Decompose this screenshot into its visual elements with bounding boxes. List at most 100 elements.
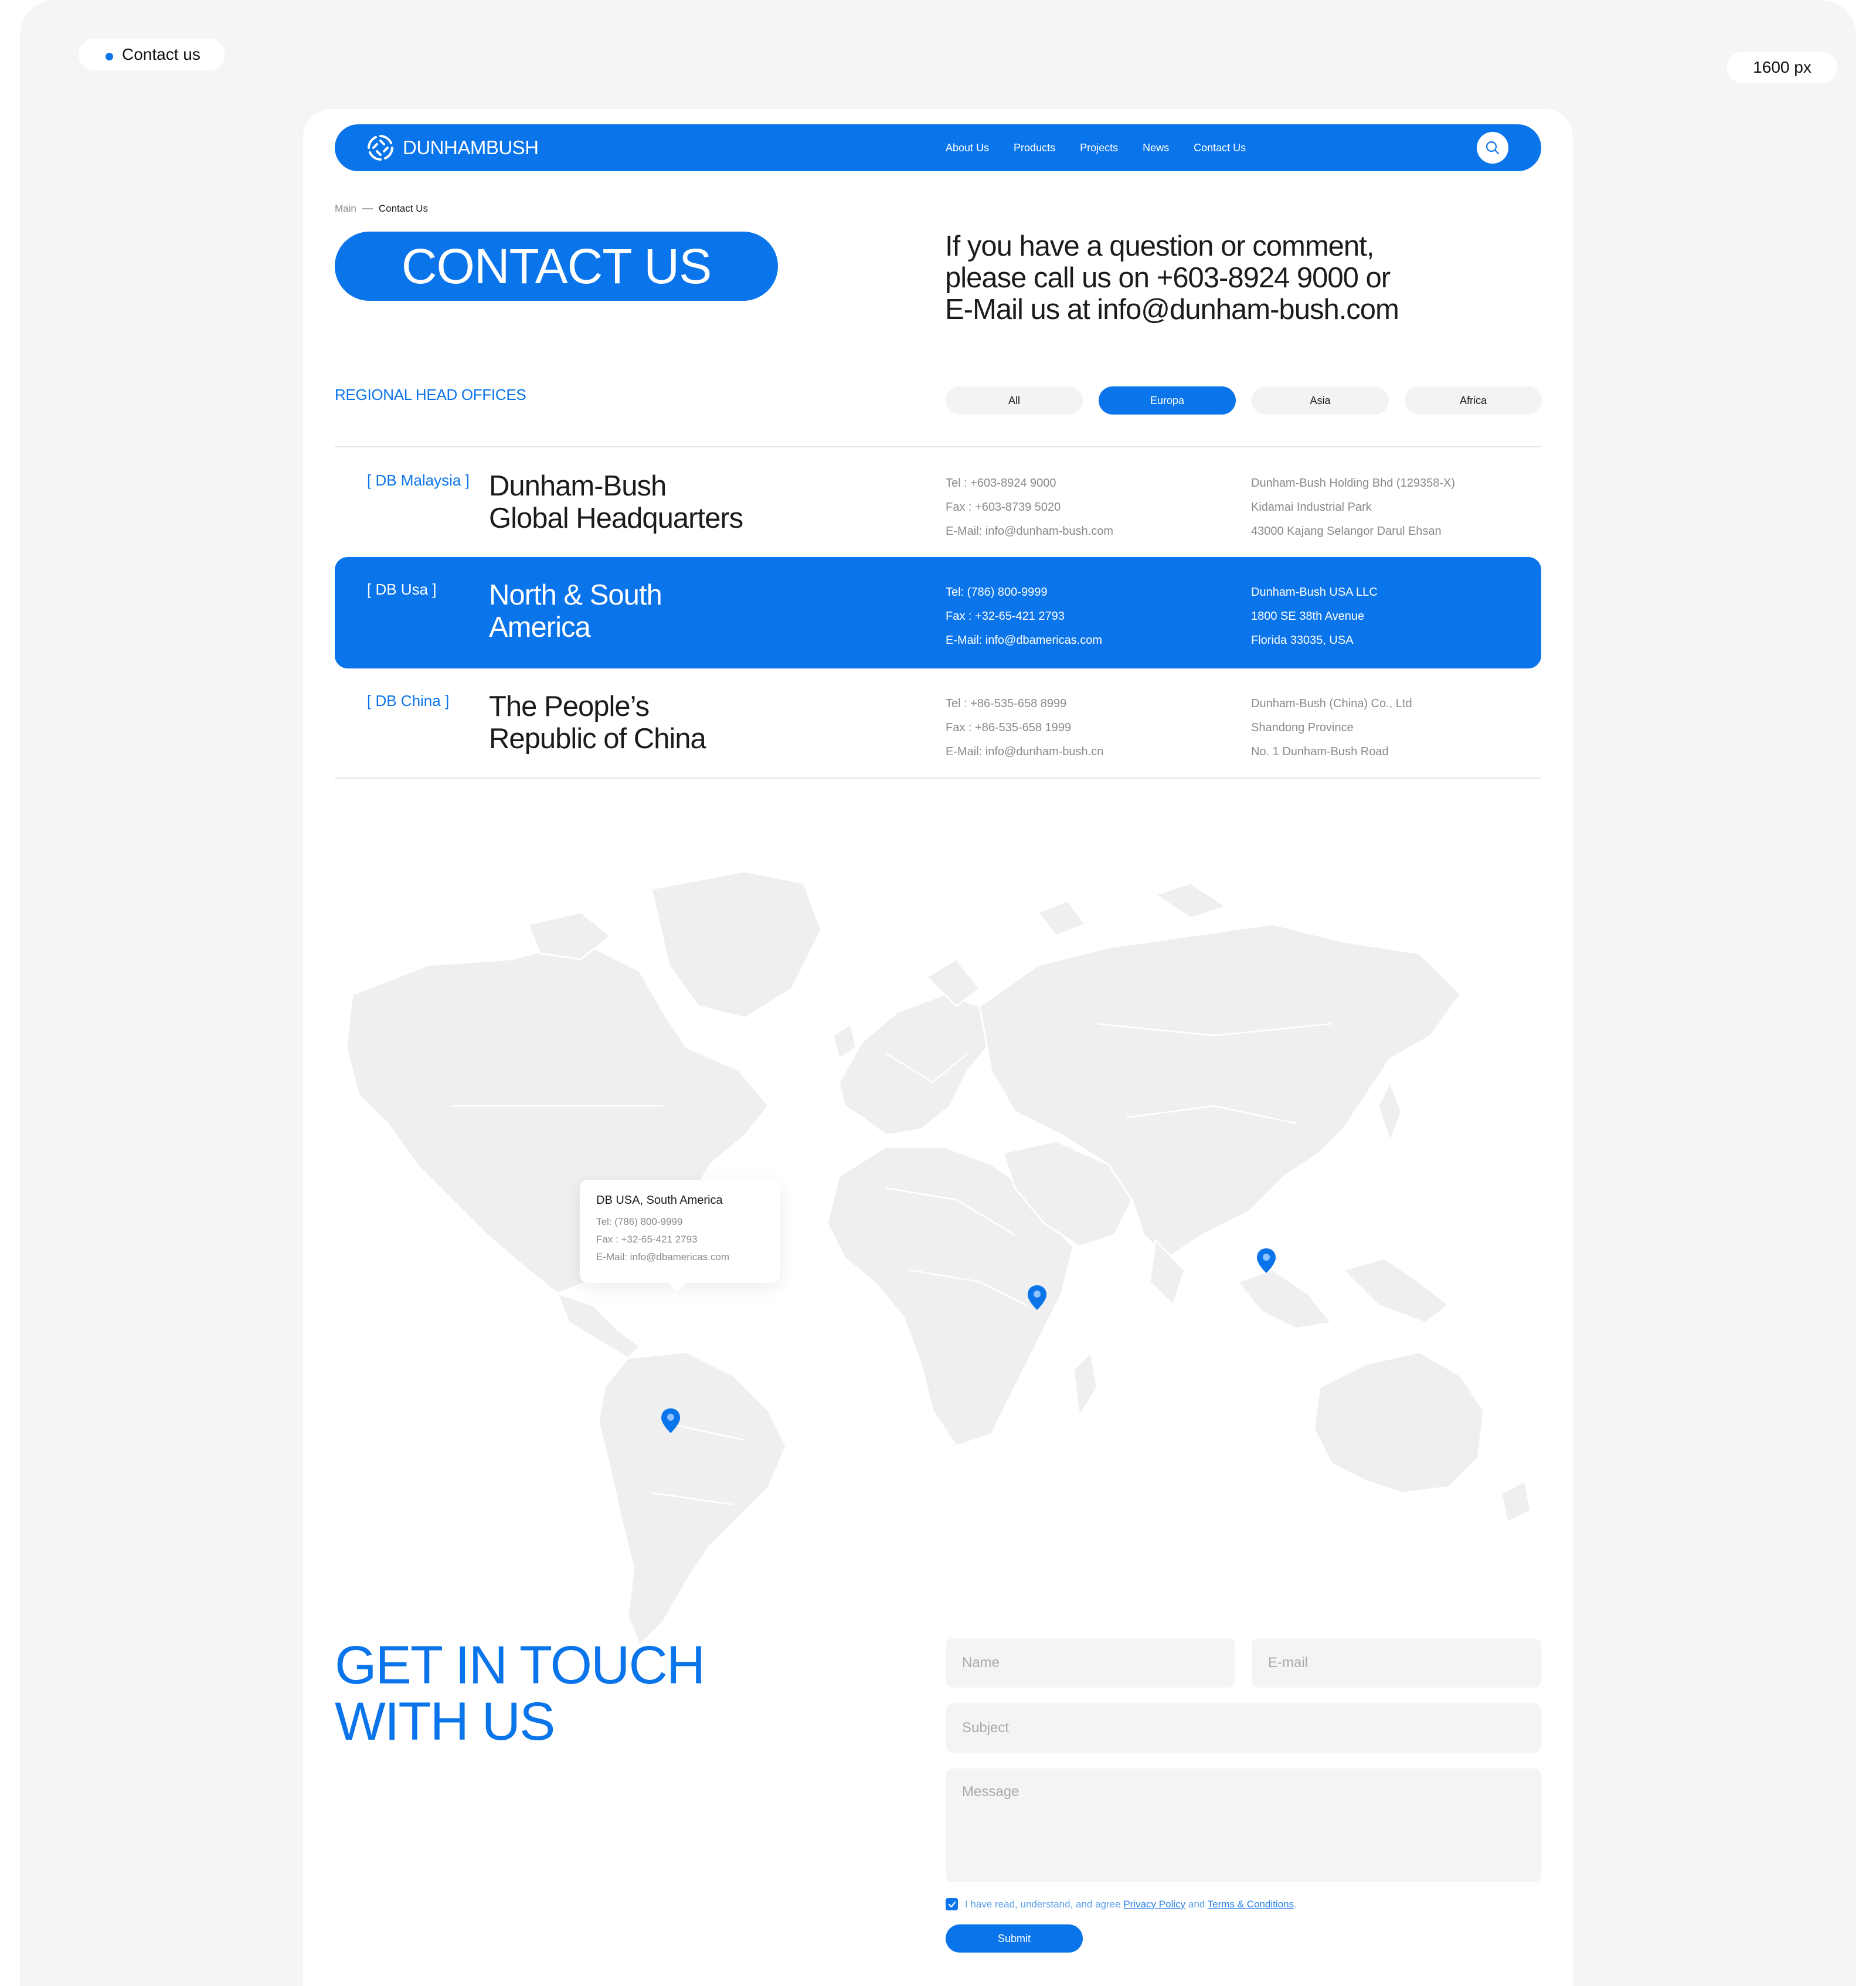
agree-row: I have read, understand, and agree Priva… <box>946 1898 1297 1910</box>
brand-logo[interactable]: DUNHAMBUSH <box>365 133 539 163</box>
office-contact: Tel : +603-8924 9000 Fax : +603-8739 502… <box>946 471 1113 544</box>
office-phone: Tel: (786) 800-9999 <box>946 586 1048 599</box>
world-map <box>345 870 1532 1646</box>
map-pin-icon[interactable] <box>1256 1247 1277 1274</box>
office-fax: Fax : +32-65-421 2793 <box>946 610 1065 623</box>
subject-field[interactable] <box>946 1703 1541 1753</box>
office-name-line: Dunham-Bush <box>489 470 667 502</box>
office-fax: Fax : +86-535-658 1999 <box>946 721 1072 734</box>
artboard-label-text: Contact us <box>122 45 200 63</box>
submit-button[interactable]: Submit <box>946 1924 1083 1953</box>
email-field[interactable] <box>1252 1638 1541 1688</box>
office-phone: Tel : +603-8924 9000 <box>946 477 1056 490</box>
office-address: Dunham-Bush (China) Co., Ltd Shandong Pr… <box>1251 692 1412 764</box>
office-email[interactable]: E-Mail: info@dunham-bush.cn <box>946 740 1103 764</box>
office-contact: Tel : +86-535-658 8999 Fax : +86-535-658… <box>946 692 1103 764</box>
status-dot <box>106 53 113 60</box>
divider <box>335 778 1541 779</box>
breadcrumb-current: Contact Us <box>378 203 428 214</box>
main-menu: About Us Products Projects News Contact … <box>946 124 1246 171</box>
message-field[interactable] <box>946 1768 1541 1882</box>
office-phone: Tel : +86-535-658 8999 <box>946 697 1067 710</box>
office-email[interactable]: E-Mail: info@dunham-bush.com <box>946 520 1113 544</box>
filter-asia[interactable]: Asia <box>1252 386 1389 415</box>
map-landmass <box>1377 1081 1403 1142</box>
agree-checkbox[interactable] <box>946 1898 958 1910</box>
map-landmass <box>832 1023 858 1060</box>
nav-news[interactable]: News <box>1143 142 1169 154</box>
region-filter-tabs: All Europa Asia Africa <box>946 386 1542 415</box>
form-heading-line: WITH US <box>335 1692 555 1751</box>
breadcrumb-home[interactable]: Main <box>335 203 356 215</box>
checkmark-icon <box>948 1901 956 1907</box>
address-line: Shandong Province <box>1251 721 1354 734</box>
nav-projects[interactable]: Projects <box>1080 142 1118 154</box>
page-title: CONTACT US <box>335 232 778 301</box>
address-line: Dunham-Bush (China) Co., Ltd <box>1251 697 1412 710</box>
logo-icon <box>368 135 393 161</box>
map-landmass <box>838 993 993 1136</box>
map-pin-icon[interactable] <box>660 1407 681 1434</box>
address-line: Dunham-Bush USA LLC <box>1251 586 1378 599</box>
address-line: Florida 33035, USA <box>1251 634 1354 647</box>
privacy-policy-link[interactable]: Privacy Policy <box>1123 1899 1185 1910</box>
map-landmass <box>1037 899 1086 937</box>
map-landmass <box>1236 1269 1333 1330</box>
office-address: Dunham-Bush USA LLC 1800 SE 38th Avenue … <box>1251 580 1378 653</box>
intro-line: E-Mail us at info@dunham-bush.com <box>945 294 1399 325</box>
office-name: The People’s Republic of China <box>489 691 706 755</box>
name-field[interactable] <box>946 1638 1235 1688</box>
map-landmass <box>556 1292 641 1359</box>
nav-about-us[interactable]: About Us <box>946 142 989 154</box>
office-name-line: Republic of China <box>489 723 706 755</box>
filter-africa[interactable]: Africa <box>1405 386 1542 415</box>
agree-period: . <box>1294 1898 1297 1910</box>
terms-link[interactable]: Terms & Conditions <box>1208 1899 1294 1910</box>
office-fax: Fax : +603-8739 5020 <box>946 501 1061 514</box>
office-row-malaysia[interactable]: [ DB Malaysia ] Dunham-Bush Global Headq… <box>335 448 1541 559</box>
map-pin-icon[interactable] <box>1027 1284 1048 1311</box>
map-landmass <box>1154 882 1227 919</box>
intro-text: If you have a question or comment, pleas… <box>945 230 1473 325</box>
tooltip-line: Tel: (786) 800-9999 <box>596 1216 683 1227</box>
office-row-china[interactable]: [ DB China ] The People’s Republic of Ch… <box>335 668 1541 780</box>
nav-products[interactable]: Products <box>1014 142 1055 154</box>
office-name-line: Global Headquarters <box>489 503 743 534</box>
agree-and: and <box>1188 1898 1205 1910</box>
office-name-line: America <box>489 612 591 643</box>
search-button[interactable] <box>1477 132 1508 164</box>
office-row-usa[interactable]: [ DB Usa ] North & South America Tel: (7… <box>335 557 1541 668</box>
office-name: Dunham-Bush Global Headquarters <box>489 470 743 535</box>
artboard-label: Contact us <box>79 39 225 70</box>
search-icon <box>1486 141 1500 155</box>
form-heading: GET IN TOUCH WITH US <box>335 1635 705 1751</box>
map-landmass <box>1500 1480 1532 1523</box>
office-tag: [ DB Usa ] <box>367 580 437 598</box>
filter-europa[interactable]: Europa <box>1099 386 1236 415</box>
address-line: 1800 SE 38th Avenue <box>1251 610 1365 623</box>
office-address: Dunham-Bush Holding Bhd (129358-X) Kidam… <box>1251 471 1455 544</box>
map-landmass <box>1342 1257 1450 1324</box>
address-line: 43000 Kajang Selangor Darul Ehsan <box>1251 525 1442 538</box>
filter-all[interactable]: All <box>946 386 1083 415</box>
intro-line: please call us on +603-8924 9000 or <box>945 262 1391 294</box>
office-name-line: North & South <box>489 579 662 611</box>
nav-contact-us[interactable]: Contact Us <box>1194 142 1246 154</box>
map-landmass <box>650 870 823 1019</box>
intro-line: If you have a question or comment, <box>945 230 1374 262</box>
agree-label: I have read, understand, and agree Priva… <box>965 1899 1297 1910</box>
agree-text: I have read, understand, and agree <box>965 1898 1121 1910</box>
tooltip-line: E-Mail: info@dbamericas.com <box>596 1251 729 1262</box>
office-email[interactable]: E-Mail: info@dbamericas.com <box>946 629 1102 653</box>
section-heading-offices: REGIONAL HEAD OFFICES <box>335 386 526 403</box>
address-line: Kidamai Industrial Park <box>1251 501 1372 514</box>
office-tag: [ DB China ] <box>367 692 450 709</box>
artboard-size-label: 1600 px <box>1727 52 1837 83</box>
page-frame: DUNHAMBUSH About Us Products Projects Ne… <box>303 109 1573 1986</box>
breadcrumb-separator <box>362 208 373 209</box>
brand-name: DUNHAMBUSH <box>403 137 539 158</box>
map-tooltip: DB USA, South America Tel: (786) 800-999… <box>580 1180 780 1291</box>
form-heading-line: GET IN TOUCH <box>335 1635 705 1695</box>
address-line: Dunham-Bush Holding Bhd (129358-X) <box>1251 477 1455 490</box>
address-line: No. 1 Dunham-Bush Road <box>1251 745 1389 758</box>
